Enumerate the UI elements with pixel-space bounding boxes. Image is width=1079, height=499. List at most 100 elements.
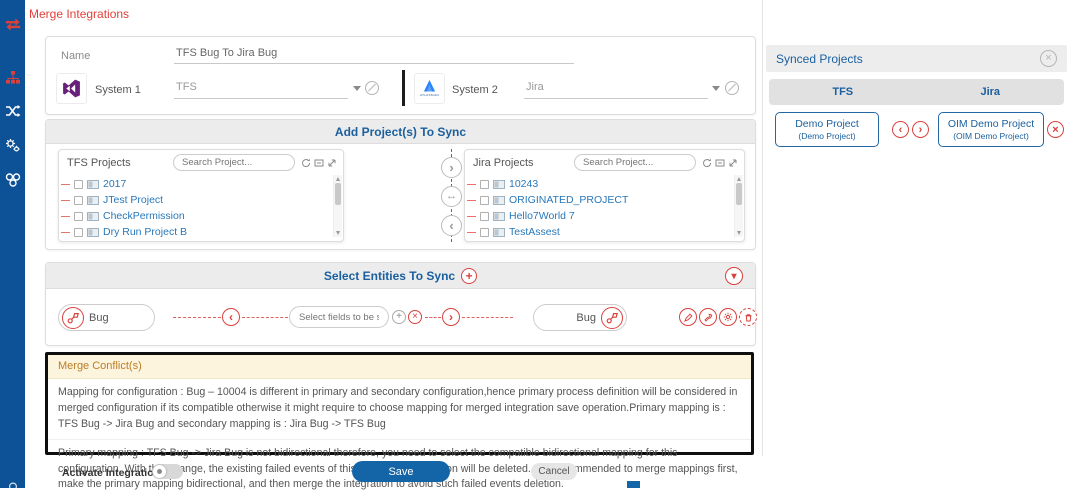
tree-connector xyxy=(61,216,70,217)
collapse-section-icon[interactable]: ▾ xyxy=(725,267,743,285)
mapping-dash-line xyxy=(242,317,288,318)
tfs-list-scrollbar[interactable] xyxy=(333,175,342,237)
project-name[interactable]: 10243 xyxy=(509,178,538,190)
jira-project-row[interactable]: TestAssest xyxy=(467,224,744,238)
collapse-all-icon[interactable] xyxy=(314,158,324,168)
refresh-icon[interactable] xyxy=(301,158,311,168)
expand-icon[interactable] xyxy=(728,158,738,168)
system2-dropdown-caret-icon[interactable] xyxy=(712,86,720,91)
delete-mapping-icon[interactable] xyxy=(739,308,757,326)
edit-mapping-icon[interactable] xyxy=(679,308,697,326)
remove-synced-pair-icon[interactable]: × xyxy=(1047,121,1064,138)
jira-project-row[interactable]: Hello7World 7 xyxy=(467,208,744,224)
transfer-bidirectional-icon[interactable]: ↔ xyxy=(441,186,462,207)
project-checkbox[interactable] xyxy=(480,228,489,237)
systems-divider xyxy=(402,70,405,106)
scroll-down-icon[interactable] xyxy=(336,231,340,235)
save-button[interactable]: Save xyxy=(352,461,450,482)
mapping-settings-gear-icon[interactable] xyxy=(719,308,737,326)
integrations-sync-icon[interactable] xyxy=(3,16,22,33)
project-checkbox[interactable] xyxy=(480,196,489,205)
target-entity-pill[interactable]: Bug xyxy=(533,304,627,331)
project-checkbox[interactable] xyxy=(480,180,489,189)
project-checkbox[interactable] xyxy=(74,212,83,221)
refresh-icon[interactable] xyxy=(702,158,712,168)
sync-direction-right-icon[interactable]: › xyxy=(912,121,929,138)
synced-jira-project-box[interactable]: OIM Demo Project (OIM Demo Project) xyxy=(938,112,1044,147)
flow-right-icon[interactable]: › xyxy=(442,308,460,326)
shuffle-mappings-icon[interactable] xyxy=(5,104,21,118)
project-checkbox[interactable] xyxy=(74,196,83,205)
synced-project-name: OIM Demo Project xyxy=(948,118,1034,131)
tfs-project-row[interactable]: 2017 xyxy=(61,176,343,192)
project-name[interactable]: TestAssest xyxy=(509,226,560,238)
select-entities-header: Select Entities To Sync + ▾ xyxy=(46,263,755,289)
scroll-up-icon[interactable] xyxy=(336,177,340,181)
tree-connector xyxy=(467,184,476,185)
project-checkbox[interactable] xyxy=(480,212,489,221)
project-checkbox[interactable] xyxy=(74,180,83,189)
expand-icon[interactable] xyxy=(327,158,337,168)
tfs-project-row[interactable]: CheckPermission xyxy=(61,208,343,224)
project-name[interactable]: CheckPermission xyxy=(103,210,185,222)
close-panel-icon[interactable]: × xyxy=(1040,50,1057,67)
toggle-knob[interactable] xyxy=(153,465,166,478)
advanced-config-wrench-icon[interactable] xyxy=(699,308,717,326)
system2-edit-disabled-icon xyxy=(725,81,739,95)
jira-projects-title: Jira Projects xyxy=(473,157,534,169)
synced-columns-bar: TFS Jira xyxy=(769,79,1064,105)
merge-conflicts-panel: Merge Conflict(s) Mapping for configurat… xyxy=(45,352,754,455)
left-nav-sidebar xyxy=(0,0,25,488)
jira-project-search-input[interactable] xyxy=(574,154,696,171)
jira-project-list: 10243 ORIGINATED_PROJECT Hello7World 7 T… xyxy=(465,174,744,238)
integration-name-input[interactable] xyxy=(174,43,574,64)
tfs-project-row[interactable]: JTest Project xyxy=(61,192,343,208)
system1-label: System 1 xyxy=(95,84,141,96)
project-name[interactable]: 2017 xyxy=(103,178,126,190)
flow-left-icon[interactable]: ‹ xyxy=(222,308,240,326)
synced-project-subname: (Demo Project) xyxy=(798,131,855,141)
source-entity-pill[interactable]: Bug xyxy=(58,304,155,331)
system1-value[interactable]: TFS xyxy=(174,79,348,99)
bottom-cut-gear-icon[interactable] xyxy=(7,481,18,488)
activate-integration-label: Activate Integration xyxy=(62,467,160,479)
project-name[interactable]: JTest Project xyxy=(103,194,163,206)
collapse-all-icon[interactable] xyxy=(715,158,725,168)
project-name[interactable]: Hello7World 7 xyxy=(509,210,575,222)
cancel-button[interactable]: Cancel xyxy=(531,463,577,480)
scroll-thumb[interactable] xyxy=(736,183,742,205)
clear-fields-icon[interactable]: × xyxy=(408,310,422,324)
linked-systems-icon[interactable] xyxy=(4,172,21,188)
tfs-project-list: 2017 JTest Project CheckPermission Dry R… xyxy=(59,174,343,238)
atlassian-caption: ATLASSIAN xyxy=(420,93,439,97)
add-field-icon[interactable]: + xyxy=(392,310,406,324)
scroll-thumb[interactable] xyxy=(335,183,341,205)
tree-connector xyxy=(61,184,70,185)
scroll-down-icon[interactable] xyxy=(737,231,741,235)
project-name[interactable]: Dry Run Project B xyxy=(103,226,187,238)
sync-direction-left-icon[interactable]: ‹ xyxy=(892,121,909,138)
add-entity-mapping-icon[interactable]: + xyxy=(461,268,477,284)
fields-to-sync-input[interactable] xyxy=(289,306,389,328)
jira-list-scrollbar[interactable] xyxy=(734,175,743,237)
scroll-up-icon[interactable] xyxy=(737,177,741,181)
system2-value[interactable]: Jira xyxy=(524,79,708,99)
transfer-left-icon[interactable]: ‹ xyxy=(441,215,462,236)
transfer-right-icon[interactable]: › xyxy=(441,157,462,178)
project-checkbox[interactable] xyxy=(74,228,83,237)
tfs-projects-title: TFS Projects xyxy=(67,157,131,169)
jira-project-row[interactable]: 10243 xyxy=(467,176,744,192)
tfs-project-search-input[interactable] xyxy=(173,154,295,171)
system1-dropdown-caret-icon[interactable] xyxy=(353,86,361,91)
activate-integration-toggle[interactable] xyxy=(152,464,183,479)
jira-projects-box: Jira Projects 10243 ORIGINATED_PROJECT xyxy=(464,149,745,242)
bug-entity-icon xyxy=(601,307,623,329)
page-title: Merge Integrations xyxy=(29,7,129,21)
jira-project-row[interactable]: ORIGINATED_PROJECT xyxy=(467,192,744,208)
settings-gears-icon[interactable] xyxy=(5,138,21,153)
synced-tfs-project-box[interactable]: Demo Project (Demo Project) xyxy=(775,112,879,147)
synced-projects-header: Synced Projects × xyxy=(766,45,1067,72)
project-name[interactable]: ORIGINATED_PROJECT xyxy=(509,194,628,206)
hierarchy-sitemap-icon[interactable] xyxy=(5,70,21,85)
tfs-project-row[interactable]: Dry Run Project B xyxy=(61,224,343,238)
